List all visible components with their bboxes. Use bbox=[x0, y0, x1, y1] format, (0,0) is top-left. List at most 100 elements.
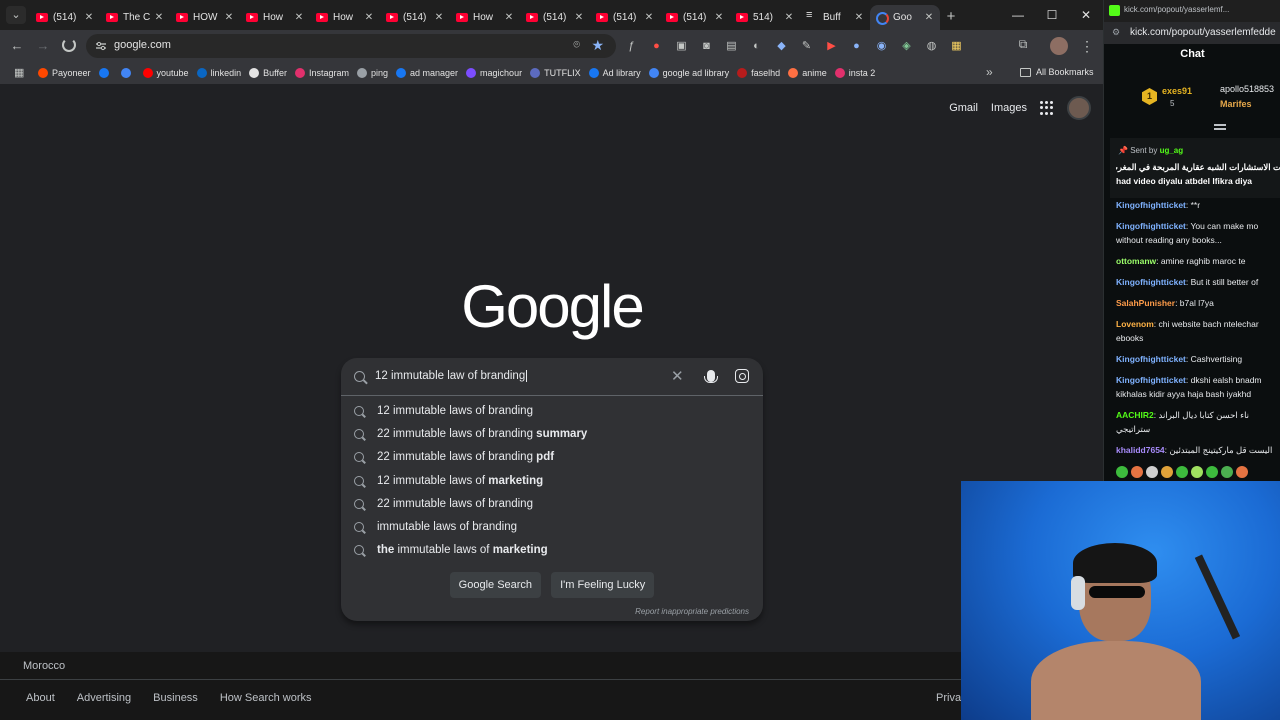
tab-5[interactable]: (514) ✕ bbox=[380, 5, 450, 30]
emote-icon[interactable] bbox=[1131, 466, 1143, 478]
tab-0[interactable]: (514) ✕ bbox=[30, 5, 100, 30]
chat-username[interactable]: Kingofhightticket bbox=[1116, 375, 1186, 385]
emote-icon[interactable] bbox=[1161, 466, 1173, 478]
extension-pin-icon[interactable]: ✎ bbox=[797, 37, 816, 55]
gmail-link[interactable]: Gmail bbox=[949, 102, 978, 114]
extension-youtube-icon[interactable]: ▶ bbox=[822, 37, 841, 55]
bookmark-item[interactable]: magichour bbox=[466, 68, 522, 78]
search-input[interactable]: 12 immutable law of branding bbox=[375, 370, 527, 382]
bookmark-item[interactable]: TUTFLIX bbox=[530, 68, 581, 78]
forward-button[interactable]: → bbox=[34, 37, 52, 55]
bookmark-item[interactable]: anime bbox=[788, 68, 827, 78]
bookmark-item[interactable]: ad manager bbox=[396, 68, 458, 78]
suggestion-item[interactable]: 22 immutable laws of branding summary bbox=[341, 422, 763, 445]
close-tab-icon[interactable]: ✕ bbox=[502, 12, 516, 23]
close-tab-icon[interactable]: ✕ bbox=[712, 12, 726, 23]
lens-search-icon[interactable] bbox=[735, 369, 749, 383]
emote-icon[interactable] bbox=[1221, 466, 1233, 478]
minimize-button[interactable]: — bbox=[1001, 0, 1035, 30]
url-text[interactable]: google.com bbox=[114, 39, 171, 51]
close-tab-icon[interactable]: ✕ bbox=[642, 12, 656, 23]
bookmark-item[interactable] bbox=[98, 68, 113, 78]
tab-7[interactable]: (514) ✕ bbox=[520, 5, 590, 30]
extensions-puzzle-icon[interactable]: ⧉ bbox=[1014, 37, 1032, 55]
extension-screen-icon[interactable]: ▣ bbox=[672, 37, 691, 55]
footer-link[interactable]: How Search works bbox=[220, 692, 312, 704]
chat-username[interactable]: Kingofhightticket bbox=[1116, 221, 1186, 231]
chat-username[interactable]: khalidd7654 bbox=[1116, 445, 1165, 455]
chat-username[interactable]: SalahPunisher bbox=[1116, 298, 1175, 308]
close-tab-icon[interactable]: ✕ bbox=[362, 12, 376, 23]
extension-globe-icon[interactable]: ◐ bbox=[747, 37, 766, 55]
bookmark-star-icon[interactable]: ★ bbox=[591, 37, 604, 54]
extension-badge-icon[interactable]: ◍ bbox=[922, 37, 941, 55]
emote-icon[interactable] bbox=[1116, 466, 1128, 478]
close-tab-icon[interactable]: ✕ bbox=[292, 12, 306, 23]
extension-script-icon[interactable]: ƒ bbox=[622, 37, 641, 55]
footer-link[interactable]: Advertising bbox=[77, 692, 131, 704]
tab-11[interactable]: Buff ✕ bbox=[800, 5, 870, 30]
chat-username[interactable]: AACHIR2 bbox=[1116, 410, 1154, 420]
close-tab-icon[interactable]: ✕ bbox=[152, 12, 166, 23]
all-bookmarks-button[interactable]: All Bookmarks bbox=[1020, 67, 1094, 77]
close-window-button[interactable]: ✕ bbox=[1069, 0, 1103, 30]
tab-search-button[interactable]: ⌄ bbox=[6, 6, 26, 24]
footer-privacy-link[interactable]: Priva bbox=[936, 692, 961, 704]
bookmark-item[interactable]: linkedin bbox=[196, 68, 241, 78]
bookmark-item[interactable]: insta 2 bbox=[834, 68, 875, 78]
tab-3[interactable]: How ✕ bbox=[240, 5, 310, 30]
profile-avatar[interactable] bbox=[1050, 37, 1068, 55]
emote-icon[interactable] bbox=[1191, 466, 1203, 478]
leader-3-name[interactable]: Marifes bbox=[1220, 99, 1252, 109]
expand-leaderboard-icon[interactable] bbox=[1214, 124, 1226, 130]
close-tab-icon[interactable]: ✕ bbox=[432, 12, 446, 23]
bookmark-item[interactable]: Ad library bbox=[588, 68, 641, 78]
maximize-button[interactable]: ☐ bbox=[1035, 0, 1069, 30]
emote-icon[interactable] bbox=[1146, 466, 1158, 478]
chat-username[interactable]: Kingofhightticket bbox=[1116, 277, 1186, 287]
extension-camera-icon[interactable]: ◙ bbox=[697, 37, 716, 55]
close-tab-icon[interactable]: ✕ bbox=[82, 12, 96, 23]
close-tab-icon[interactable]: ✕ bbox=[572, 12, 586, 23]
images-link[interactable]: Images bbox=[991, 102, 1027, 114]
loading-spinner-icon[interactable] bbox=[62, 38, 76, 52]
extension-messenger-icon[interactable]: ◉ bbox=[872, 37, 891, 55]
close-tab-icon[interactable]: ✕ bbox=[782, 12, 796, 23]
report-predictions-link[interactable]: Report inappropriate predictions bbox=[635, 607, 749, 616]
browser-menu-icon[interactable]: ⋮ bbox=[1080, 37, 1094, 55]
tab-1[interactable]: The C ✕ bbox=[100, 5, 170, 30]
site-info-icon[interactable] bbox=[95, 40, 107, 52]
apps-icon[interactable]: ▦ bbox=[14, 66, 24, 79]
suggestion-item[interactable]: the immutable laws of marketing bbox=[341, 539, 763, 562]
account-avatar[interactable] bbox=[1067, 96, 1091, 120]
tab-6[interactable]: How ✕ bbox=[450, 5, 520, 30]
bookmark-item[interactable]: ping bbox=[356, 68, 388, 78]
tab-10[interactable]: 514) ✕ bbox=[730, 5, 800, 30]
tab-2[interactable]: HOW ✕ bbox=[170, 5, 240, 30]
feeling-lucky-button[interactable]: I'm Feeling Lucky bbox=[551, 572, 655, 598]
tab-12[interactable]: Goo ✕ bbox=[870, 5, 940, 30]
google-apps-icon[interactable] bbox=[1040, 101, 1054, 115]
tab-8[interactable]: (514) ✕ bbox=[590, 5, 660, 30]
clear-search-icon[interactable]: ✕ bbox=[671, 367, 684, 385]
extension-blue-icon[interactable]: ● bbox=[847, 37, 866, 55]
google-search-button[interactable]: Google Search bbox=[449, 572, 542, 598]
footer-link[interactable]: Business bbox=[153, 692, 198, 704]
kick-address-bar[interactable]: ⚙ kick.com/popout/yasserlemfedde bbox=[1104, 22, 1280, 44]
suggestion-item[interactable]: 12 immutable laws of marketing bbox=[341, 469, 763, 492]
leader-1-name[interactable]: exes91 bbox=[1162, 86, 1192, 96]
voice-search-icon[interactable] bbox=[704, 370, 718, 383]
bookmark-item[interactable]: youtube bbox=[142, 68, 189, 78]
close-tab-icon[interactable]: ✕ bbox=[852, 12, 866, 23]
extension-tag-icon[interactable]: ◆ bbox=[772, 37, 791, 55]
location-icon[interactable]: ⌾ bbox=[573, 39, 580, 52]
suggestion-item[interactable]: 22 immutable laws of branding pdf bbox=[341, 446, 763, 469]
emote-icon[interactable] bbox=[1176, 466, 1188, 478]
bookmark-item[interactable]: Instagram bbox=[294, 68, 349, 78]
chat-username[interactable]: Lovenom bbox=[1116, 319, 1154, 329]
chat-username[interactable]: Kingofhightticket bbox=[1116, 200, 1186, 210]
emote-icon[interactable] bbox=[1206, 466, 1218, 478]
extension-code-icon[interactable]: ▤ bbox=[722, 37, 741, 55]
bookmark-item[interactable]: google ad library bbox=[648, 68, 729, 78]
extension-red-icon[interactable]: ● bbox=[647, 37, 666, 55]
